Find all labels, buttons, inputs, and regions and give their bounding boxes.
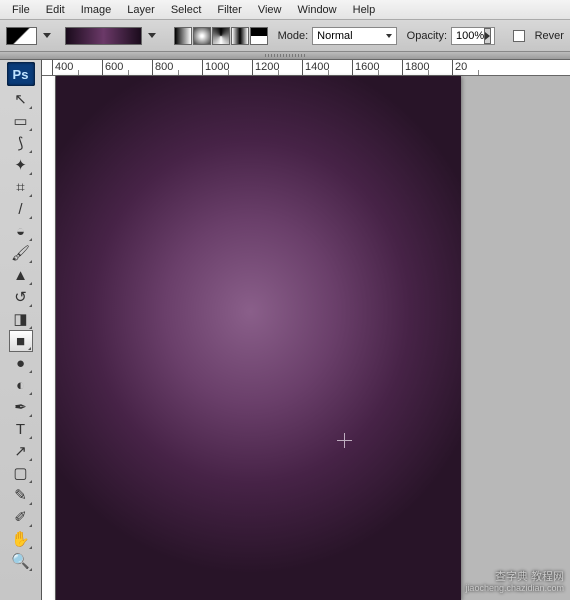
gradient-tool[interactable]: ■: [9, 330, 33, 352]
gradient-preview[interactable]: [65, 27, 142, 45]
ruler-tick: 1000: [202, 60, 252, 76]
type-tool[interactable]: T: [9, 418, 33, 440]
lasso-tool[interactable]: ⟆: [9, 132, 33, 154]
menu-bar: FileEditImageLayerSelectFilterViewWindow…: [0, 0, 570, 20]
reflected-gradient-button[interactable]: [231, 27, 249, 45]
watermark-text: 查字典 教程网: [495, 571, 564, 583]
path-tool[interactable]: ↗: [9, 440, 33, 462]
ruler-tick: 1800: [402, 60, 452, 76]
gradient-type-group: [174, 27, 268, 45]
opacity-value: 100%: [456, 30, 484, 42]
mode-value: Normal: [317, 30, 352, 42]
mode-label: Mode:: [278, 30, 309, 42]
watermark: 查字典 教程网 jiaocheng.chazidian.com: [465, 567, 564, 594]
menu-help[interactable]: Help: [345, 2, 384, 18]
dodge-tool[interactable]: ◐: [9, 374, 33, 396]
eyedropper-tool[interactable]: ✐: [9, 506, 33, 528]
opacity-label: Opacity:: [407, 30, 447, 42]
radial-gradient-button[interactable]: [193, 27, 211, 45]
marquee-tool[interactable]: ▭: [9, 110, 33, 132]
ps-logo-icon: Ps: [7, 62, 35, 86]
menu-select[interactable]: Select: [163, 2, 210, 18]
slice-tool[interactable]: /: [9, 198, 33, 220]
move-tool[interactable]: ↖: [9, 88, 33, 110]
hand-tool[interactable]: ✋: [9, 528, 33, 550]
watermark-url: jiaocheng.chazidian.com: [465, 584, 564, 594]
history-brush-tool[interactable]: ↺: [9, 286, 33, 308]
opacity-input[interactable]: 100%: [451, 27, 495, 45]
wand-tool[interactable]: ✦: [9, 154, 33, 176]
angle-gradient-button[interactable]: [212, 27, 230, 45]
ruler-tick: 1400: [302, 60, 352, 76]
shape-tool[interactable]: ▢: [9, 462, 33, 484]
canvas-workspace: [56, 76, 570, 600]
document-canvas[interactable]: [56, 76, 461, 600]
menu-view[interactable]: View: [250, 2, 290, 18]
chevron-down-icon[interactable]: [148, 33, 156, 38]
menu-file[interactable]: File: [4, 2, 38, 18]
linear-gradient-button[interactable]: [174, 27, 192, 45]
menu-filter[interactable]: Filter: [209, 2, 249, 18]
horizontal-ruler[interactable]: 20002004006008001000120014001600180020: [42, 60, 570, 76]
ruler-tick: 600: [102, 60, 152, 76]
tools-panel: Ps ↖▭⟆✦⌗/◒🖌▲↺◨■●◐✒T↗▢✎✐✋🔍: [0, 60, 42, 600]
crosshair-cursor-icon: [337, 433, 352, 448]
chevron-down-icon[interactable]: [43, 33, 51, 38]
reverse-checkbox[interactable]: [513, 30, 525, 42]
options-bar: Mode: Normal Opacity: 100% Rever: [0, 20, 570, 52]
ruler-tick: 1200: [252, 60, 302, 76]
notes-tool[interactable]: ✎: [9, 484, 33, 506]
crop-tool[interactable]: ⌗: [9, 176, 33, 198]
chevron-down-icon: [386, 34, 392, 38]
blur-tool[interactable]: ●: [9, 352, 33, 374]
tab-bar-handle[interactable]: [0, 52, 570, 60]
brush-tool[interactable]: 🖌: [9, 242, 33, 264]
stamp-tool[interactable]: ▲: [9, 264, 33, 286]
menu-layer[interactable]: Layer: [119, 2, 163, 18]
ruler-tick: 800: [152, 60, 202, 76]
mode-select[interactable]: Normal: [312, 27, 397, 45]
ruler-tick: 20: [452, 60, 502, 76]
zoom-tool[interactable]: 🔍: [9, 550, 33, 572]
menu-edit[interactable]: Edit: [38, 2, 73, 18]
ruler-tick: 200: [42, 60, 52, 76]
reverse-label: Rever: [535, 30, 564, 42]
vertical-ruler[interactable]: [42, 76, 56, 600]
heal-tool[interactable]: ◒: [9, 220, 33, 242]
menu-window[interactable]: Window: [290, 2, 345, 18]
ruler-tick: 400: [52, 60, 102, 76]
flyout-icon[interactable]: [484, 28, 491, 44]
diamond-gradient-button[interactable]: [250, 27, 268, 45]
ruler-tick: 1600: [352, 60, 402, 76]
pen-tool[interactable]: ✒: [9, 396, 33, 418]
foreground-swatch[interactable]: [6, 27, 37, 45]
menu-image[interactable]: Image: [73, 2, 120, 18]
eraser-tool[interactable]: ◨: [9, 308, 33, 330]
